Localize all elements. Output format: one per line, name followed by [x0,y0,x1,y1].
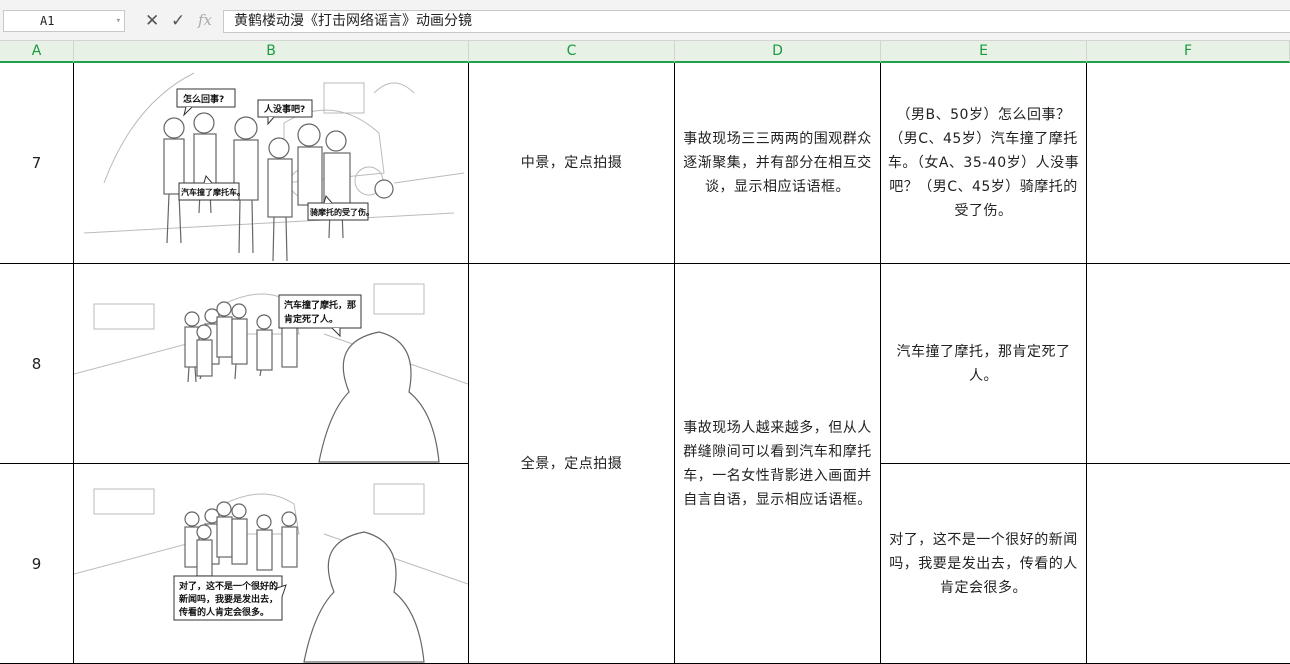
bubble-text: 怎么回事? [183,93,224,105]
name-box[interactable]: A1 ▾ [3,10,125,32]
cell-c7[interactable]: 中景，定点拍摄 [469,63,675,264]
scene-description: 事故现场人越来越多，但从人群缝隙间可以看到汽车和摩托车，一名女性背影进入画面并自… [683,419,872,508]
bubble-text: 汽车撞了摩托，那 [284,299,356,311]
row-number: 9 [31,554,42,573]
shot-type: 全景，定点拍摄 [520,455,623,472]
cell-f7[interactable] [1087,63,1290,264]
column-header-c[interactable]: C [469,41,675,63]
speech-bubble-1: 对了，这不是一个很好的 新闻吗，我要是发出去， 传看的人肯定会很多。 [173,575,287,621]
cell-e9[interactable]: 对了，这不是一个很好的新闻吗，我要是发出去，传看的人肯定会很多。 [881,464,1087,664]
cell-b8[interactable]: 汽车撞了摩托，那 肯定死了人。 [74,264,469,464]
cell-a7[interactable]: 7 [0,63,74,264]
cell-reference: A1 [40,14,55,28]
bubble-text: 汽车撞了摩托车。 [181,187,245,197]
cell-b7[interactable]: 怎么回事? 人没事吧? 汽车撞了摩托车。 骑摩托的受了伤。 [74,63,469,264]
storyboard-frame-7: 怎么回事? 人没事吧? 汽车撞了摩托车。 骑摩托的受了伤。 [83,72,465,262]
column-header-e[interactable]: E [881,41,1087,63]
formula-input[interactable]: 黄鹤楼动漫《打击网络谣言》动画分镜 [223,10,1290,33]
bubble-text: 传看的人肯定会很多。 [178,606,269,618]
function-icon[interactable]: fx [198,11,212,29]
cell-a9[interactable]: 9 [0,464,74,664]
column-header-a[interactable]: A [0,41,74,63]
dialogue: 对了，这不是一个很好的新闻吗，我要是发出去，传看的人肯定会很多。 [889,531,1078,596]
cell-d7[interactable]: 事故现场三三两两的围观群众逐渐聚集，并有部分在相互交谈，显示相应话语框。 [675,63,881,264]
storyboard-frame-8: 汽车撞了摩托，那 肯定死了人。 [74,283,468,463]
column-header-d[interactable]: D [675,41,881,63]
confirm-icon[interactable]: ✓ [171,11,185,31]
bubble-text: 新闻吗，我要是发出去， [179,593,278,605]
shot-type: 中景，定点拍摄 [520,155,623,171]
cell-a8[interactable]: 8 [0,264,74,464]
row-number: 8 [31,354,42,373]
column-header-b[interactable]: B [74,41,469,63]
name-box-dropdown-icon[interactable]: ▾ [116,11,121,31]
speech-bubble-2: 人没事吧? [257,99,313,126]
dialogue: （男B、50岁）怎么回事？（男C、45岁）汽车撞了摩托车。（女A、35-40岁）… [887,107,1080,219]
cell-d8-d9-merged[interactable]: 事故现场人越来越多，但从人群缝隙间可以看到汽车和摩托车，一名女性背影进入画面并自… [675,264,881,664]
bubble-text: 骑摩托的受了伤。 [310,207,374,217]
dialogue: 汽车撞了摩托，那肯定死了人。 [896,343,1071,384]
cell-b9[interactable]: 对了，这不是一个很好的 新闻吗，我要是发出去， 传看的人肯定会很多。 [74,464,469,664]
bubble-text: 人没事吧? [263,103,305,115]
column-header-f[interactable]: F [1087,41,1290,63]
row-number: 7 [31,154,42,172]
scene-description: 事故现场三三两两的围观群众逐渐聚集，并有部分在相互交谈，显示相应话语框。 [683,131,872,195]
cell-c8-c9-merged[interactable]: 全景，定点拍摄 [469,264,675,664]
formula-bar: A1 ▾ ✕ ✓ fx 黄鹤楼动漫《打击网络谣言》动画分镜 [0,0,1290,41]
cell-e8[interactable]: 汽车撞了摩托，那肯定死了人。 [881,264,1087,464]
bubble-text: 肯定死了人。 [284,313,338,325]
cancel-icon[interactable]: ✕ [145,11,159,31]
cell-f9[interactable] [1087,464,1290,664]
bubble-text: 对了，这不是一个很好的 [179,580,278,592]
storyboard-frame-9: 对了，这不是一个很好的 新闻吗，我要是发出去， 传看的人肯定会很多。 [74,483,468,663]
cell-f8[interactable] [1087,264,1290,464]
cell-e7[interactable]: （男B、50岁）怎么回事？（男C、45岁）汽车撞了摩托车。（女A、35-40岁）… [881,63,1087,264]
speech-bubble-1: 怎么回事? [176,88,236,117]
